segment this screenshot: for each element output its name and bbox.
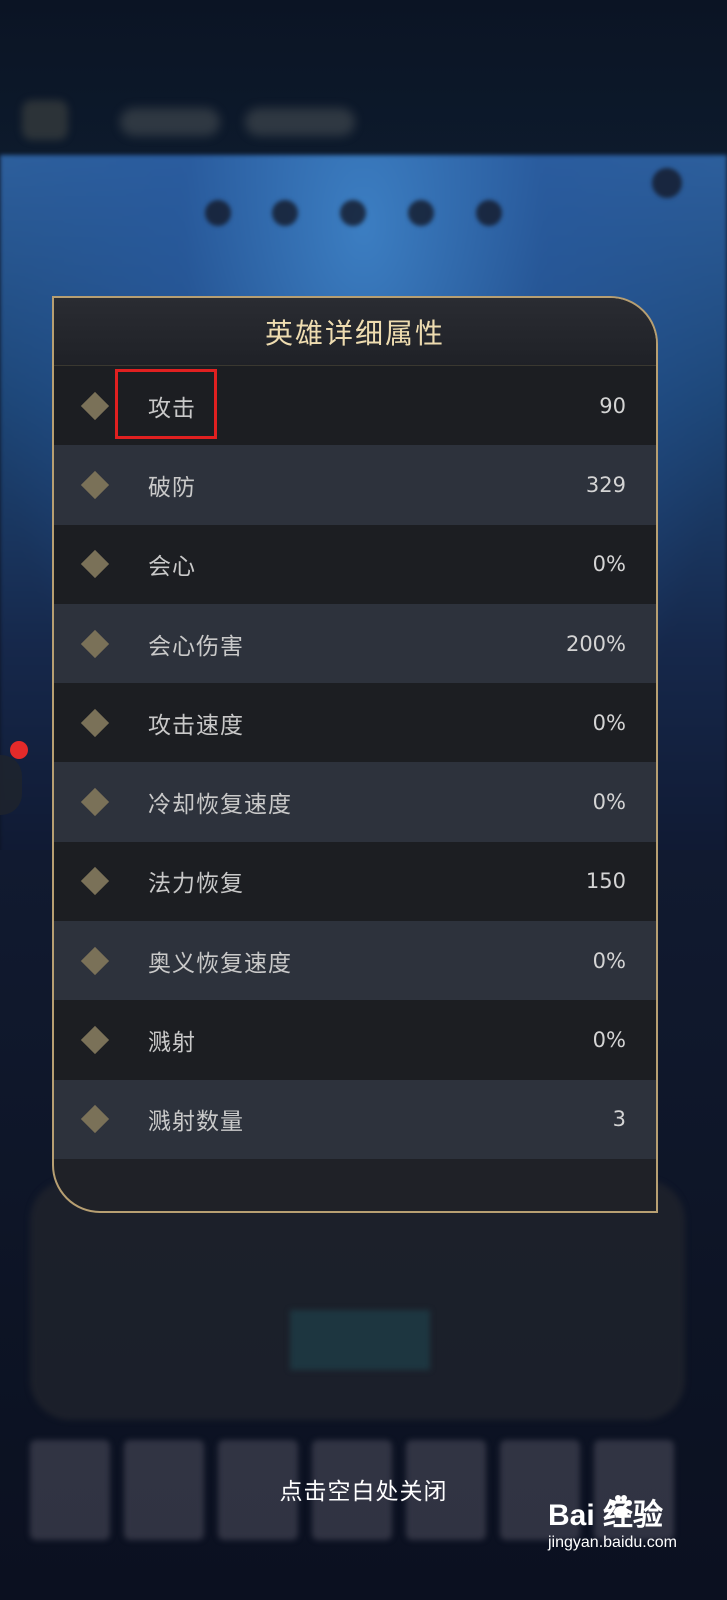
attribute-label: 冷却恢复速度 bbox=[148, 792, 292, 819]
attribute-row: 溅射数量 3 bbox=[54, 1079, 656, 1159]
attribute-row: 会心 0% bbox=[54, 524, 656, 604]
blurred-button bbox=[290, 1310, 430, 1370]
attribute-label: 会心伤害 bbox=[148, 633, 244, 660]
attribute-value: 0% bbox=[592, 790, 626, 815]
blurred-dot bbox=[408, 200, 434, 226]
blurred-currency-chip bbox=[120, 108, 220, 136]
diamond-icon bbox=[80, 1025, 110, 1055]
attribute-label: 破防 bbox=[148, 474, 196, 501]
attribute-value: 90 bbox=[599, 393, 626, 418]
attribute-label: 攻击速度 bbox=[148, 712, 244, 739]
attribute-row: 破防 329 bbox=[54, 445, 656, 525]
blurred-logo bbox=[22, 100, 68, 140]
watermark-url: jingyan.baidu.com bbox=[548, 1534, 677, 1551]
diamond-icon bbox=[80, 867, 110, 896]
blurred-dot bbox=[652, 168, 682, 198]
highlight-annotation-box bbox=[115, 369, 217, 439]
hero-attributes-modal: 英雄详细属性 攻击 90 破防 329 会心 0% 会心伤害 200% 攻击速度 0% 冷却恢复速度… bbox=[52, 296, 658, 1213]
blurred-dot bbox=[205, 200, 231, 226]
attribute-label: 奥义恢复速度 bbox=[148, 950, 292, 977]
attribute-value: 329 bbox=[585, 472, 626, 497]
attribute-row: 溅射 0% bbox=[54, 1000, 656, 1080]
attribute-label: 会心 bbox=[148, 554, 196, 581]
blurred-dot bbox=[476, 200, 502, 226]
attribute-row: 冷却恢复速度 0% bbox=[54, 762, 656, 842]
attribute-label: 法力恢复 bbox=[148, 871, 244, 898]
blurred-dot bbox=[272, 200, 298, 226]
background-top-bar bbox=[0, 0, 727, 160]
attribute-row: 攻击速度 0% bbox=[54, 683, 656, 763]
attribute-value: 150 bbox=[585, 869, 626, 894]
attribute-value: 3 bbox=[612, 1107, 626, 1132]
attribute-row: 法力恢复 150 bbox=[54, 841, 656, 922]
attribute-label: 溅射数量 bbox=[148, 1109, 244, 1136]
diamond-icon bbox=[80, 708, 110, 737]
attribute-value: 0% bbox=[592, 710, 626, 735]
modal-title: 英雄详细属性 bbox=[54, 298, 656, 366]
attribute-label: 溅射 bbox=[148, 1030, 196, 1057]
blurred-currency-chip bbox=[245, 108, 355, 136]
diamond-icon bbox=[80, 550, 110, 579]
attribute-value: 200% bbox=[565, 631, 626, 656]
notification-dot bbox=[10, 741, 28, 759]
blurred-card bbox=[30, 1180, 685, 1420]
attribute-row: 奥义恢复速度 0% bbox=[54, 921, 656, 1001]
diamond-icon bbox=[80, 946, 110, 975]
attribute-value: 0% bbox=[592, 552, 626, 577]
diamond-icon bbox=[80, 1105, 110, 1134]
baidu-jingyan-watermark: Bai 经验 jingyan.baidu.com bbox=[548, 1490, 718, 1566]
diamond-icon bbox=[80, 470, 110, 500]
blurred-dot bbox=[340, 200, 366, 226]
attribute-value: 0% bbox=[592, 948, 626, 973]
attribute-row: 会心伤害 200% bbox=[54, 603, 656, 684]
diamond-icon bbox=[80, 629, 110, 658]
attribute-value: 0% bbox=[592, 1028, 626, 1053]
diamond-icon bbox=[80, 391, 110, 420]
attribute-list: 攻击 90 破防 329 会心 0% 会心伤害 200% 攻击速度 0% 冷却恢复速度 0% 法力恢复 1… bbox=[54, 366, 656, 1159]
diamond-icon bbox=[80, 787, 110, 817]
paw-icon bbox=[610, 1495, 632, 1518]
